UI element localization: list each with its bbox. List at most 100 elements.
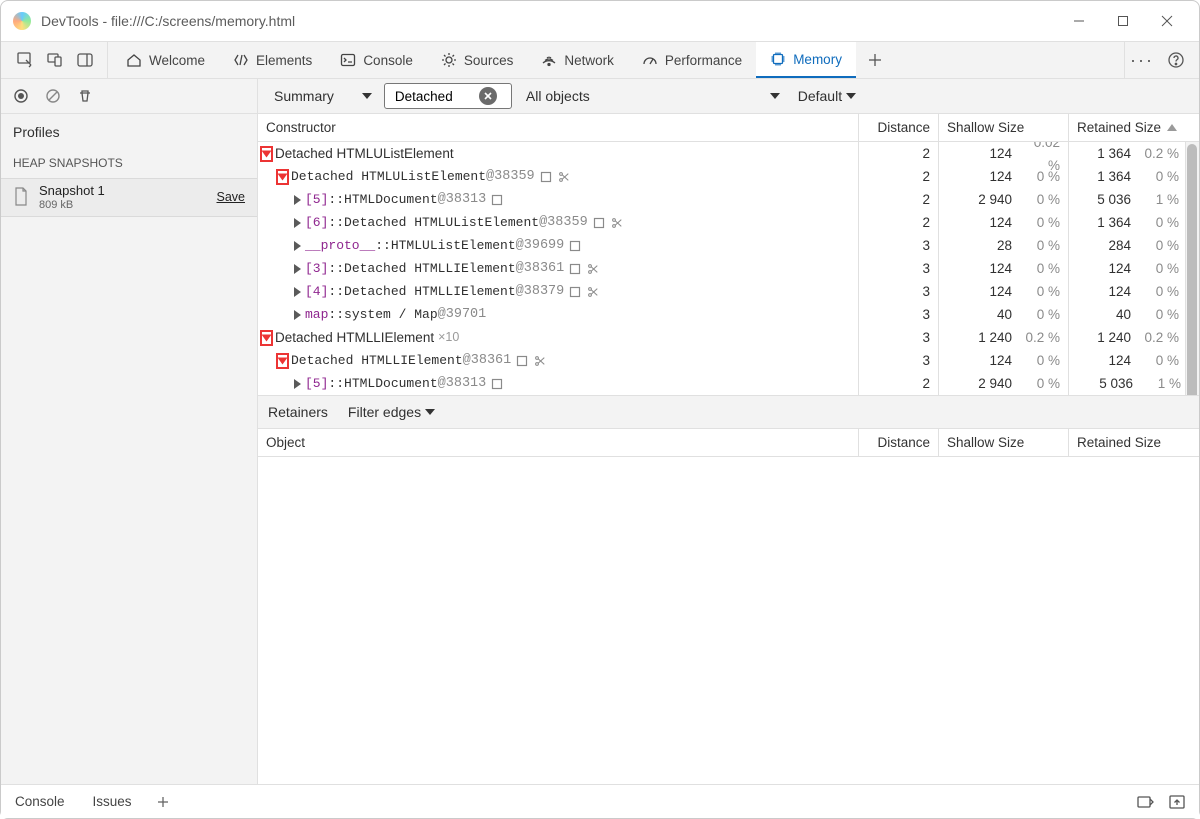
expand-toggle[interactable]	[294, 287, 301, 297]
filter-text[interactable]	[393, 88, 479, 105]
expand-toggle[interactable]	[294, 310, 301, 320]
expand-toggle-highlighted[interactable]	[276, 353, 289, 369]
more-icon[interactable]: ···	[1125, 43, 1159, 77]
table-row[interactable]: map :: system / Map @397013400 %400 %	[258, 303, 1199, 326]
table-row[interactable]: [3] :: Detached HTMLLIElement @383613124…	[258, 257, 1199, 280]
column-distance[interactable]: Distance	[859, 429, 939, 456]
tab-welcome[interactable]: Welcome	[112, 42, 219, 78]
expand-drawer-icon[interactable]	[1163, 788, 1191, 816]
window-title: DevTools - file:///C:/screens/memory.htm…	[41, 13, 295, 29]
expand-toggle[interactable]	[294, 241, 301, 251]
detached-icon	[533, 354, 547, 368]
tab-network[interactable]: Network	[527, 42, 628, 78]
retainers-header: Object Distance Shallow Size Retained Si…	[258, 428, 1199, 457]
tab-label: Performance	[665, 53, 742, 68]
snapshot-size: 809 kB	[39, 199, 105, 212]
filter-bar: Summary All objects Default	[258, 79, 1199, 114]
element-icon	[568, 262, 582, 276]
expand-toggle[interactable]	[294, 195, 301, 205]
device-toggle-icon[interactable]	[41, 46, 69, 74]
expand-toggle-highlighted[interactable]	[260, 146, 273, 162]
detached-icon	[586, 285, 600, 299]
grid-header: Constructor Distance Shallow Size Retain…	[258, 114, 1199, 142]
column-retained[interactable]: Retained Size	[1069, 114, 1199, 141]
chevron-down-icon	[846, 93, 856, 99]
clear-filter-button[interactable]	[479, 87, 497, 105]
drawer-add-tab[interactable]	[146, 785, 180, 818]
tab-sources[interactable]: Sources	[427, 42, 528, 78]
element-icon	[539, 170, 553, 184]
app-icon	[13, 12, 31, 30]
scrollbar[interactable]	[1185, 142, 1199, 395]
expand-toggle[interactable]	[294, 264, 301, 274]
main-tab-bar: Welcome Elements Console Sources Network…	[1, 41, 1199, 79]
class-filter-input[interactable]	[384, 83, 512, 109]
add-tab-button[interactable]	[856, 42, 894, 78]
scrollbar-thumb[interactable]	[1187, 144, 1197, 395]
tab-label: Network	[564, 53, 614, 68]
snapshot-file-icon	[11, 186, 31, 208]
column-constructor[interactable]: Constructor	[258, 114, 859, 141]
sort-indicator-icon	[1167, 124, 1177, 131]
save-link[interactable]: Save	[217, 190, 246, 204]
console-icon	[340, 52, 356, 68]
retainers-bar: Retainers Filter edges	[258, 395, 1199, 428]
expand-toggle[interactable]	[294, 379, 301, 389]
retainers-body	[258, 457, 1199, 784]
performance-icon	[642, 52, 658, 68]
element-icon	[515, 354, 529, 368]
tab-elements[interactable]: Elements	[219, 42, 326, 78]
column-distance[interactable]: Distance	[859, 114, 939, 141]
network-icon	[541, 52, 557, 68]
tab-label: Memory	[793, 52, 842, 67]
expand-toggle-highlighted[interactable]	[260, 330, 273, 346]
perspective-dropdown[interactable]: Summary	[268, 86, 376, 106]
chevron-down-icon	[425, 409, 435, 415]
window-maximize-button[interactable]	[1101, 6, 1145, 36]
help-icon[interactable]	[1159, 43, 1193, 77]
window-close-button[interactable]	[1145, 6, 1189, 36]
default-dropdown[interactable]: Default	[792, 86, 860, 106]
errors-icon[interactable]	[1131, 788, 1159, 816]
table-row[interactable]: [4] :: Detached HTMLLIElement @383793124…	[258, 280, 1199, 303]
table-row[interactable]: Detached HTMLUListElement @3835921240 %1…	[258, 165, 1199, 188]
table-row[interactable]: Detached HTMLLIElement @3836131240 %1240…	[258, 349, 1199, 372]
clear-button[interactable]	[39, 82, 67, 110]
tab-memory[interactable]: Memory	[756, 42, 856, 78]
record-button[interactable]	[7, 82, 35, 110]
column-object[interactable]: Object	[258, 429, 859, 456]
tab-console[interactable]: Console	[326, 42, 427, 78]
table-row[interactable]: [6] :: Detached HTMLUListElement @383592…	[258, 211, 1199, 234]
elements-icon	[233, 52, 249, 68]
expand-toggle[interactable]	[294, 218, 301, 228]
element-icon	[490, 193, 504, 207]
window-minimize-button[interactable]	[1057, 6, 1101, 36]
element-icon	[568, 239, 582, 253]
tab-performance[interactable]: Performance	[628, 42, 756, 78]
dropdown-label: Default	[798, 88, 842, 104]
heap-snapshots-header: HEAP SNAPSHOTS	[1, 148, 257, 178]
tab-label: Elements	[256, 53, 312, 68]
table-row[interactable]: Detached HTMLLIElement×1031 2400.2 %1 24…	[258, 326, 1199, 349]
drawer-tab-issues[interactable]: Issues	[79, 785, 146, 818]
column-shallow[interactable]: Shallow Size	[939, 114, 1069, 141]
detached-icon	[586, 262, 600, 276]
snapshot-item[interactable]: Snapshot 1 809 kB Save	[1, 178, 257, 217]
profiles-header: Profiles	[1, 114, 257, 148]
detached-icon	[557, 170, 571, 184]
chevron-down-icon	[770, 93, 780, 99]
filter-edges-dropdown[interactable]: Filter edges	[342, 402, 439, 422]
dock-side-icon[interactable]	[71, 46, 99, 74]
inspect-icon[interactable]	[11, 46, 39, 74]
column-retained[interactable]: Retained Size	[1069, 429, 1199, 456]
table-row[interactable]: [5] :: HTMLDocument @3831322 9400 %5 036…	[258, 372, 1199, 395]
delete-button[interactable]	[71, 82, 99, 110]
drawer-tab-console[interactable]: Console	[1, 785, 79, 818]
objects-dropdown[interactable]: All objects	[520, 86, 784, 106]
dropdown-label: Summary	[274, 88, 334, 104]
table-row[interactable]: __proto__ :: HTMLUListElement @396993280…	[258, 234, 1199, 257]
expand-toggle-highlighted[interactable]	[276, 169, 289, 185]
table-row[interactable]: [5] :: HTMLDocument @3831322 9400 %5 036…	[258, 188, 1199, 211]
table-row[interactable]: Detached HTMLUListElement21240.02 %1 364…	[258, 142, 1199, 165]
column-shallow[interactable]: Shallow Size	[939, 429, 1069, 456]
